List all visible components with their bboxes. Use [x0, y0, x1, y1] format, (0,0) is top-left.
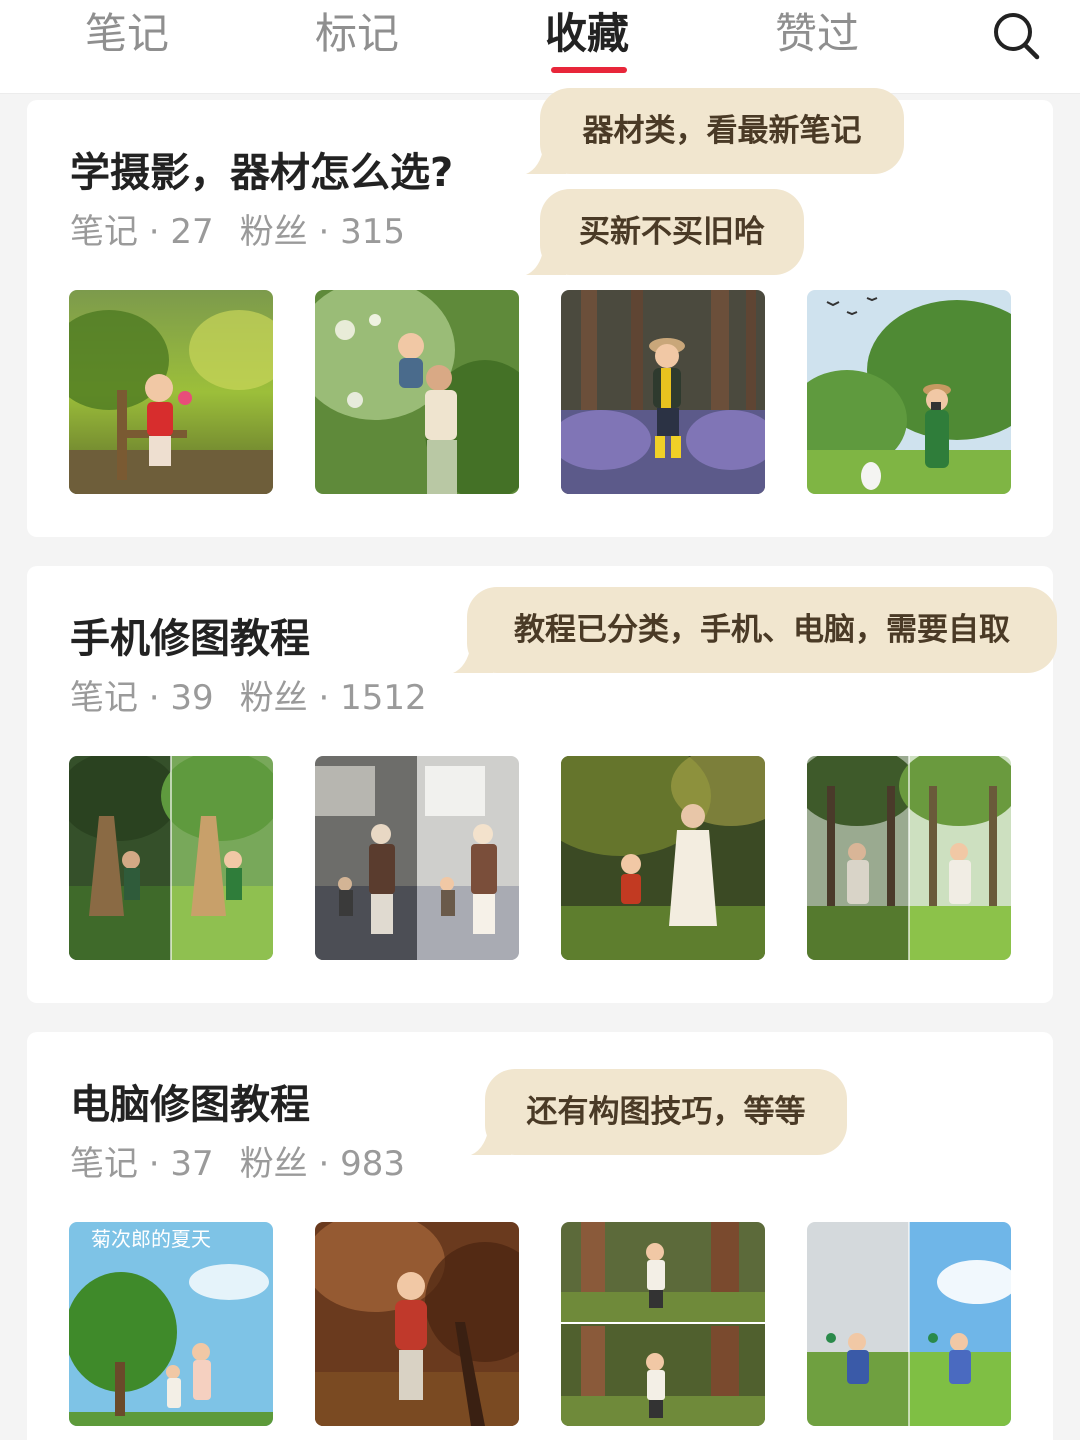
tab-notes[interactable]: 笔记 [57, 4, 197, 64]
board-thumbnail[interactable]: 菊次郎的夏天 [69, 1222, 273, 1426]
annotation-bubble: 教程已分类，手机、电脑，需要自取 [453, 587, 1057, 673]
board-thumbnail[interactable] [807, 756, 1011, 960]
active-tab-indicator [551, 67, 627, 73]
board-title: 手机修图教程 [70, 616, 310, 662]
board-stats: 笔记 · 27 粉丝 · 315 [70, 204, 405, 253]
board-title: 电脑修图教程 [70, 1082, 310, 1128]
annotation-text: 器材类，看最新笔记 [582, 113, 862, 149]
search-icon[interactable] [990, 8, 1044, 62]
annotation-text: 买新不买旧哈 [579, 214, 765, 250]
board-thumbnail[interactable] [69, 290, 273, 494]
fans-count: 粉丝 · 983 [239, 1144, 406, 1184]
thumbnail-overlay-text: 菊次郎的夏天 [91, 1227, 211, 1251]
annotation-bubble: 买新不买旧哈 [526, 189, 804, 275]
board-thumbnail[interactable] [315, 1222, 519, 1426]
board-thumbnail[interactable] [561, 290, 765, 494]
board-stats: 笔记 · 39 粉丝 · 1512 [70, 670, 427, 719]
annotation-text: 教程已分类，手机、电脑，需要自取 [514, 612, 1010, 648]
tab-collections[interactable]: 收藏 [517, 4, 657, 64]
board-thumbnail[interactable] [807, 1222, 1011, 1426]
notes-count: 笔记 · 37 [70, 1144, 214, 1184]
notes-count: 笔记 · 27 [70, 212, 214, 252]
fans-count: 粉丝 · 315 [239, 212, 406, 252]
annotation-bubble: 还有构图技巧，等等 [471, 1069, 847, 1155]
board-thumbnail[interactable] [561, 1222, 765, 1426]
board-thumbnail[interactable] [315, 290, 519, 494]
annotation-bubble: 器材类，看最新笔记 [526, 88, 904, 174]
fans-count: 粉丝 · 1512 [239, 678, 427, 718]
board-title: 学摄影，器材怎么选? [70, 150, 454, 196]
annotation-text: 还有构图技巧，等等 [526, 1094, 806, 1130]
tab-marks[interactable]: 标记 [287, 4, 427, 64]
notes-count: 笔记 · 39 [70, 678, 214, 718]
board-thumbnail[interactable] [807, 290, 1011, 494]
top-nav-bar: 笔记 标记 收藏 赞过 [0, 0, 1080, 94]
board-stats: 笔记 · 37 粉丝 · 983 [70, 1136, 405, 1185]
tab-liked[interactable]: 赞过 [747, 4, 887, 64]
board-thumbnail[interactable] [315, 756, 519, 960]
board-thumbnail[interactable] [69, 756, 273, 960]
board-thumbnail[interactable] [561, 756, 765, 960]
